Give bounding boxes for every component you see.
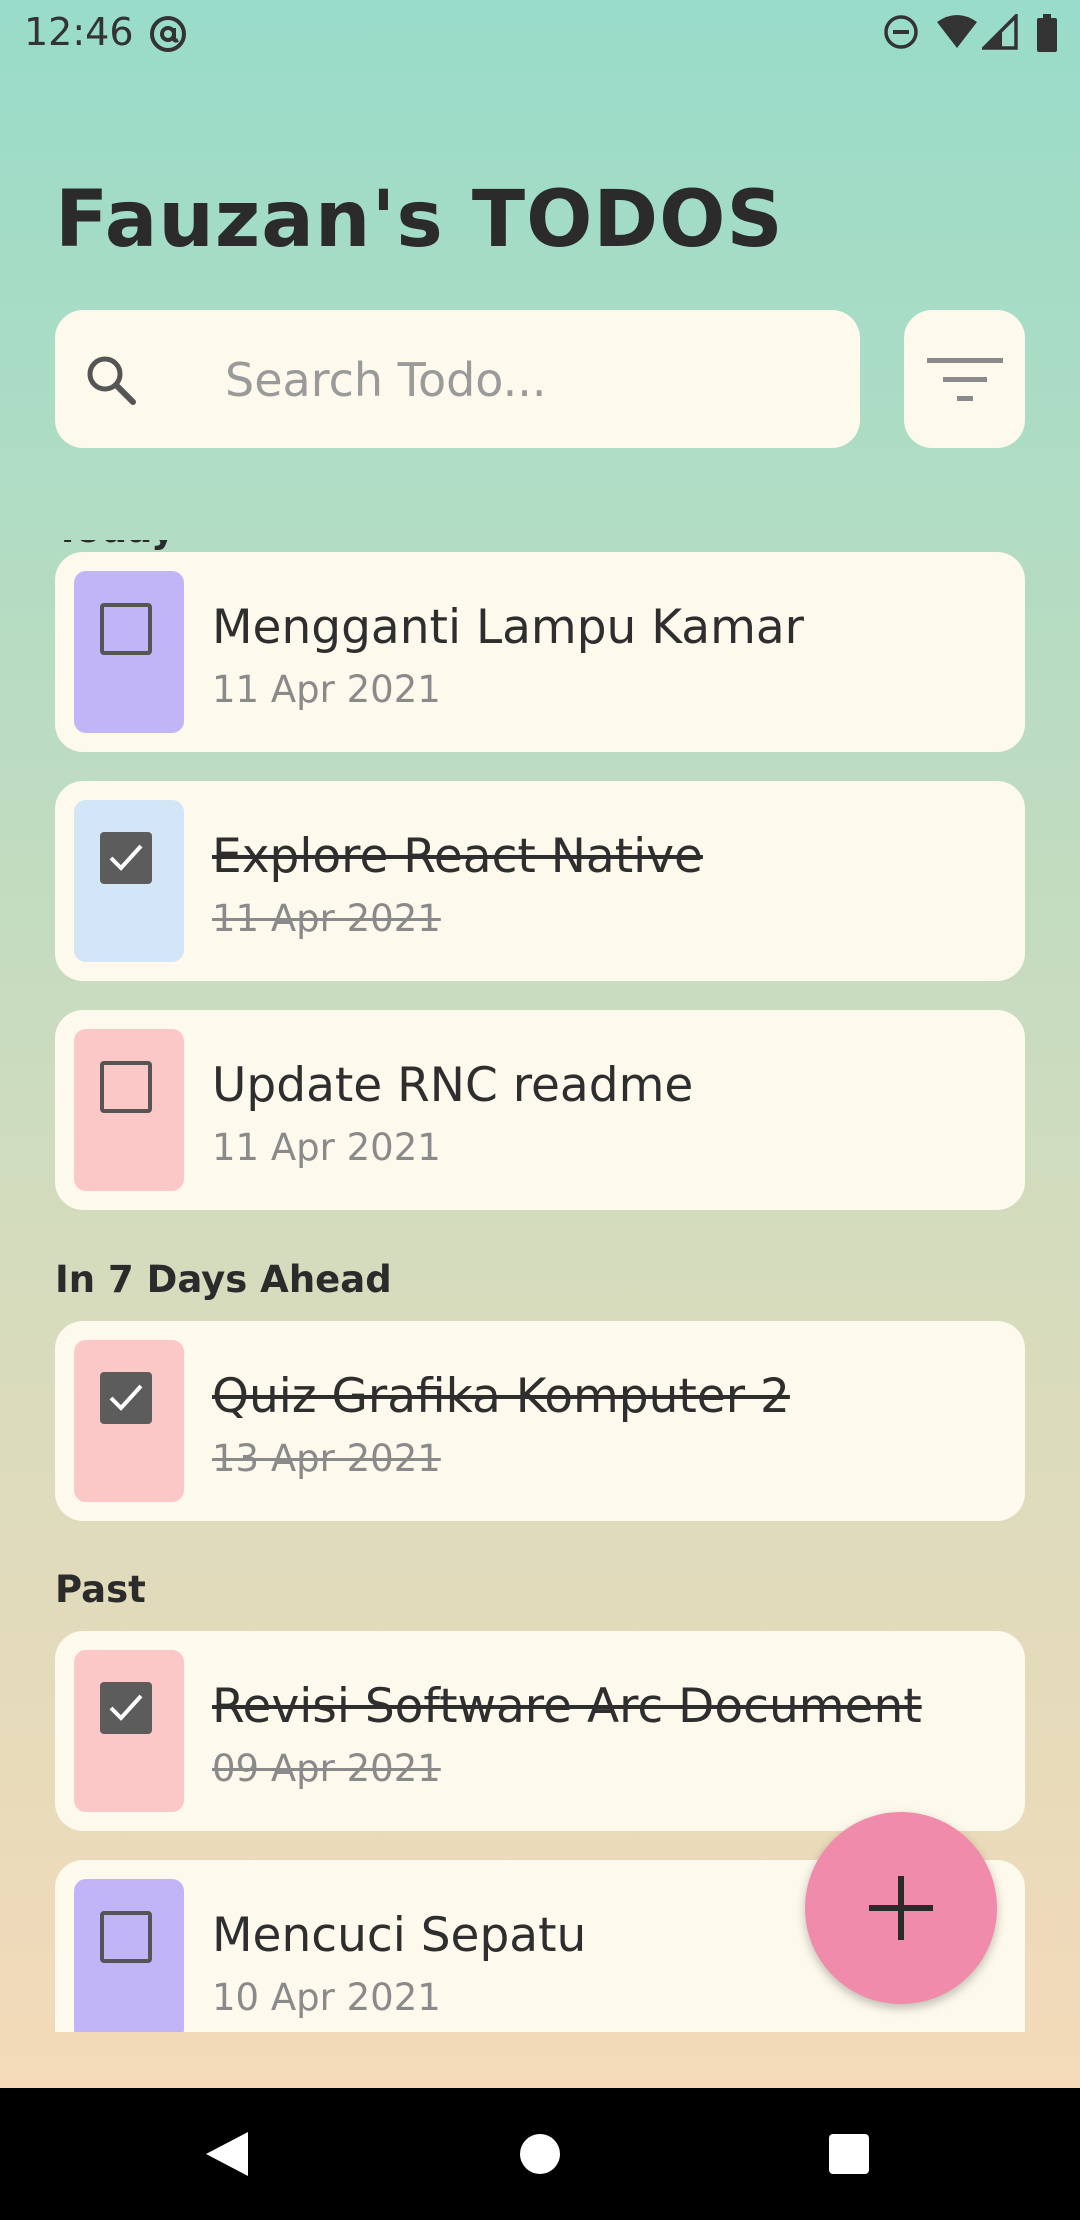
navigation-bar [0,2088,1080,2220]
todo-checkbox[interactable] [100,832,152,884]
todo-date: 11 Apr 2021 [212,1126,441,1169]
back-icon[interactable] [204,2130,250,2178]
search-bar[interactable] [55,310,860,448]
todo-checkbox[interactable] [100,1061,152,1113]
do-not-disturb-icon [884,15,918,49]
todo-card[interactable]: Revisi Software Arc Document 09 Apr 2021 [55,1631,1025,1831]
check-icon [109,1694,143,1721]
todo-checkbox[interactable] [100,603,152,655]
home-icon[interactable] [520,2134,560,2174]
todo-card[interactable]: Explore React Native 11 Apr 2021 [55,781,1025,981]
check-icon [109,1384,143,1411]
todo-checkbox[interactable] [100,1682,152,1734]
todo-date: 13 Apr 2021 [212,1437,441,1480]
check-icon [109,844,143,871]
search-icon [87,356,136,405]
todo-date: 10 Apr 2021 [212,1976,441,2019]
status-time: 12:46 [24,10,134,54]
todo-title: Quiz Grafika Komputer 2 [212,1369,790,1424]
filter-button[interactable] [904,310,1025,448]
at-sign-icon [150,16,186,52]
todo-checkbox[interactable] [100,1372,152,1424]
section-title-today: Today [55,540,175,551]
filter-icon [927,358,1003,401]
todo-date: 09 Apr 2021 [212,1747,441,1790]
battery-icon [1037,14,1057,52]
todo-title: Mengganti Lampu Kamar [212,600,804,655]
todo-card[interactable]: Mengganti Lampu Kamar 11 Apr 2021 [55,552,1025,752]
todo-title: Explore React Native [212,829,703,884]
todo-date: 11 Apr 2021 [212,897,441,940]
section-title-upcoming: In 7 Days Ahead [55,1258,392,1301]
todo-title: Update RNC readme [212,1058,694,1113]
todo-title: Mencuci Sepatu [212,1908,587,1963]
search-input[interactable] [223,338,827,422]
todo-card[interactable]: Quiz Grafika Komputer 2 13 Apr 2021 [55,1321,1025,1521]
page-title: Fauzan's TODOS [55,175,784,265]
todo-title: Revisi Software Arc Document [212,1679,922,1734]
todo-date: 11 Apr 2021 [212,668,441,711]
todo-list[interactable]: Today Mengganti Lampu Kamar 11 Apr 2021 … [0,540,1080,2032]
todo-checkbox[interactable] [100,1911,152,1963]
plus-icon [869,1876,933,1940]
status-bar: 12:46 [0,0,1080,66]
signal-icon [982,14,1018,50]
wifi-icon [937,15,977,48]
todo-card[interactable]: Update RNC readme 11 Apr 2021 [55,1010,1025,1210]
add-todo-button[interactable] [805,1812,997,2004]
section-title-past: Past [55,1568,146,1611]
recents-icon[interactable] [829,2134,869,2174]
